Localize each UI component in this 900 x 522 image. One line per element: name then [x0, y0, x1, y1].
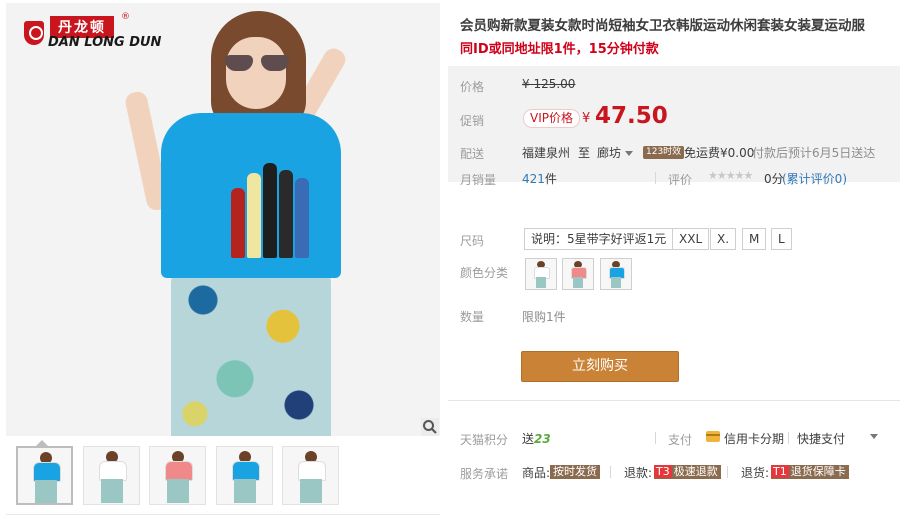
thumbnail-4[interactable]: [216, 446, 273, 505]
buy-now-button[interactable]: 立刻购买: [521, 351, 679, 382]
quantity-label: 数量: [460, 310, 485, 324]
payment-label: 支付: [668, 433, 693, 447]
monthly-sales-count: 421: [522, 172, 545, 186]
fast-refund-text: 极速退款: [673, 465, 718, 478]
return-guarantee-code: T1: [771, 465, 789, 478]
size-option-note[interactable]: 说明：5星带字好评返1元: [524, 228, 674, 250]
chevron-down-icon[interactable]: [870, 434, 878, 439]
points-amount: 23: [534, 432, 551, 446]
color-swatch-white[interactable]: [525, 258, 557, 290]
promo-label: 促销: [460, 114, 485, 128]
divider: [448, 400, 900, 401]
size-option-x[interactable]: X.: [710, 228, 737, 250]
thumbnail-5[interactable]: [282, 446, 339, 505]
quantity-limit: 限购1件: [522, 310, 566, 324]
divider: [6, 514, 440, 515]
color-swatch-blue[interactable]: [600, 258, 632, 290]
price-label: 价格: [460, 80, 485, 94]
service-goods-prefix: 商品:: [522, 466, 551, 480]
size-option-xxl[interactable]: XXL: [672, 228, 710, 250]
sale-price: 47.50: [595, 103, 668, 129]
brand-emblem-icon: [24, 21, 44, 45]
ship-from: 福建泉州: [522, 146, 571, 160]
thumbnail-2[interactable]: [83, 446, 140, 505]
thumbnail-strip: [6, 444, 440, 514]
main-product-image[interactable]: 丹龙顿 ® DAN LONG DUN: [6, 3, 440, 436]
service-label: 服务承诺: [460, 467, 509, 481]
on-time-shipping-tag: 按时发货: [550, 465, 600, 479]
points-prefix: 送: [522, 432, 535, 446]
zoom-icon[interactable]: [421, 418, 439, 436]
rating-label: 评价: [668, 173, 693, 187]
monthly-sales: 421件: [522, 170, 557, 187]
size-option-l[interactable]: L: [771, 228, 792, 250]
thumbnail-3[interactable]: [149, 446, 206, 505]
points-label: 天猫积分: [460, 433, 509, 447]
credit-card-icon: [706, 431, 720, 442]
color-swatch-pink[interactable]: [562, 258, 594, 290]
monthly-sales-label: 月销量: [460, 173, 497, 187]
monthly-sales-unit: 件: [544, 172, 557, 186]
model-photo: [123, 3, 386, 436]
delivery-time-badge: 123时效: [643, 146, 685, 159]
return-guarantee-text: 退货保障卡: [790, 465, 846, 478]
return-guarantee-tag: T1 退货保障卡: [771, 465, 849, 479]
chevron-down-icon: [625, 151, 634, 156]
shipping-fee: 免运费¥0.00: [684, 146, 755, 160]
points-value: 送23: [522, 430, 551, 447]
service-refund-prefix: 退款:: [624, 466, 653, 480]
purchase-restriction-note: 同ID或同地址限1件，15分钟付款: [460, 42, 659, 57]
fast-refund-tag: T3 极速退款: [654, 465, 721, 479]
size-label: 尺码: [460, 234, 485, 248]
rating-score: 0分: [764, 172, 784, 186]
fast-refund-code: T3: [654, 465, 672, 478]
vip-price-tag: VIP价格: [523, 109, 580, 128]
printed-pants: [171, 265, 331, 436]
review-count-link[interactable]: (累计评价0): [782, 170, 847, 187]
delivery-eta: 付款后预计6月5日送达: [752, 146, 876, 160]
express-payment[interactable]: 快捷支付: [797, 430, 845, 447]
ship-to-word: 至: [578, 146, 591, 160]
thumbnail-1[interactable]: [16, 446, 73, 505]
shipping-label: 配送: [460, 147, 485, 161]
product-title: 会员购新款夏装女款时尚短袖女卫衣韩版运动休闲套装女装夏运动服: [460, 18, 865, 34]
on-time-shipping-text: 按时发货: [553, 465, 597, 478]
blue-tshirt: [161, 113, 341, 278]
destination-select[interactable]: 廊坊: [597, 144, 634, 161]
rating-stars: ★★★★★: [708, 169, 753, 182]
destination-value: 廊坊: [597, 146, 622, 160]
size-option-m[interactable]: M: [742, 228, 767, 250]
original-price: ¥ 125.00: [522, 77, 576, 91]
price-panel: [448, 66, 900, 182]
service-return-prefix: 退货:: [741, 466, 770, 480]
credit-installment[interactable]: 信用卡分期: [724, 430, 784, 447]
color-label: 颜色分类: [460, 266, 509, 280]
currency-symbol: ¥: [582, 111, 591, 126]
